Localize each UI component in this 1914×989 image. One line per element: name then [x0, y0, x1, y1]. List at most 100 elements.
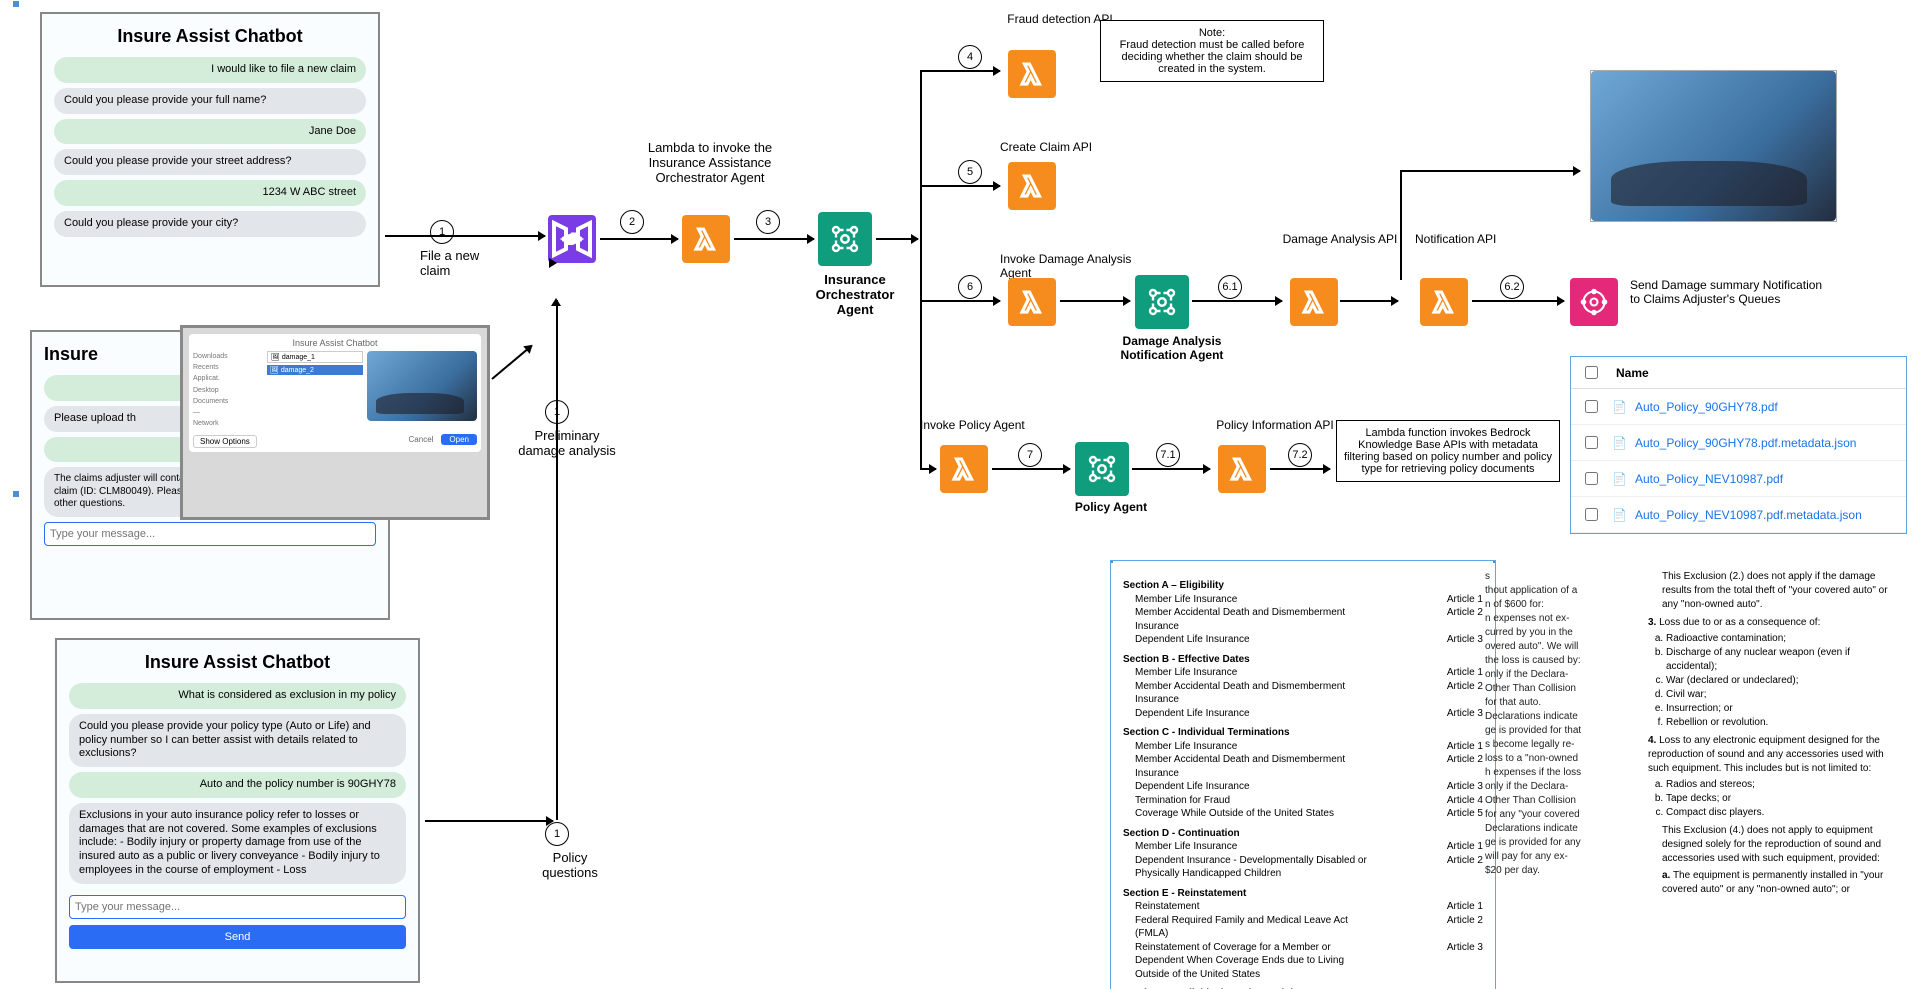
- file-checkbox[interactable]: [1585, 400, 1598, 413]
- file-row[interactable]: 📄 Auto_Policy_NEV10987.pdf: [1571, 461, 1906, 497]
- step-7: 7: [1018, 443, 1042, 467]
- kb-note: Lambda function invokes Bedrock Knowledg…: [1336, 420, 1560, 482]
- step-2: 2: [620, 210, 644, 234]
- fragment-line: only if the Declara-: [1485, 668, 1635, 682]
- fragment-line: Other Than Collision: [1485, 682, 1635, 696]
- section-heading: Section B - Effective Dates: [1123, 653, 1483, 667]
- step-7-1: 7.1: [1156, 443, 1180, 467]
- toc-row: Dependent Life InsuranceArticle 3: [1123, 707, 1483, 721]
- send-button[interactable]: Send: [69, 925, 406, 949]
- fragment-line: n of $600 for:: [1485, 598, 1635, 612]
- file-checkbox[interactable]: [1585, 472, 1598, 485]
- toc-row: Federal Required Family and Medical Leav…: [1123, 914, 1483, 941]
- fragment-line: Other Than Collision: [1485, 794, 1635, 808]
- bot-bubble: Could you please provide your full name?: [54, 88, 366, 114]
- node-label: Damage Analysis Notification Agent: [1102, 334, 1242, 362]
- node-label: Policy Information API: [1200, 418, 1350, 432]
- node-label: Insurance Orchestrator Agent: [800, 272, 910, 317]
- file-checkbox[interactable]: [1585, 436, 1598, 449]
- lambda-icon: [682, 215, 730, 263]
- file-name: Auto_Policy_90GHY78.pdf: [1635, 400, 1778, 414]
- eventbridge-icon: [1570, 278, 1618, 326]
- upload-dialog-screenshot: Insure Assist Chatbot DownloadsRecentsAp…: [180, 325, 490, 520]
- node-label: Invoke Damage Analysis Agent: [1000, 252, 1140, 280]
- toc-row: Member Accidental Death and Dismembermen…: [1123, 753, 1483, 780]
- toc-row: ReinstatementArticle 1: [1123, 900, 1483, 914]
- select-all-checkbox[interactable]: [1585, 366, 1598, 379]
- api-gateway-icon: </>: [548, 215, 596, 263]
- policy-toc-document: Section A – Eligibility Member Life Insur…: [1110, 560, 1496, 989]
- file-row[interactable]: 📄 Auto_Policy_90GHY78.pdf: [1571, 389, 1906, 425]
- step-7-2: 7.2: [1288, 443, 1312, 467]
- lambda-icon: [1420, 278, 1468, 326]
- fragment-line: the loss is caused by:: [1485, 654, 1635, 668]
- toc-row: Dependent Life InsuranceArticle 3: [1123, 633, 1483, 647]
- toc-row: Member Life InsuranceArticle 1: [1123, 740, 1483, 754]
- toc-row: Dependent Insurance - Developmentally Di…: [1123, 854, 1483, 881]
- fragment-line: loss to a "non-owned: [1485, 752, 1635, 766]
- fragment-line: curred by you in the: [1485, 626, 1635, 640]
- step-4: 4: [958, 45, 982, 69]
- file-list: Name 📄Auto_Policy_90GHY78.pdf📄Auto_Polic…: [1570, 356, 1907, 534]
- file-name: Auto_Policy_NEV10987.pdf.metadata.json: [1635, 508, 1862, 522]
- lambda-icon: [1008, 278, 1056, 326]
- node-label: Invoke Policy Agent: [920, 418, 1070, 432]
- fragment-line: ge is provided for that: [1485, 724, 1635, 738]
- damaged-car-image: [1590, 70, 1837, 222]
- fragment-line: will pay for any ex-: [1485, 850, 1635, 864]
- section-heading: Section E - Reinstatement: [1123, 887, 1483, 901]
- agent-icon: [818, 212, 872, 266]
- file-row[interactable]: 📄Auto_Policy_90GHY78.pdf.metadata.json: [1571, 425, 1906, 461]
- policy-exclusions-column: This Exclusion (2.) does not apply if th…: [1648, 570, 1903, 897]
- file-checkbox[interactable]: [1585, 508, 1598, 521]
- node-label: Lambda to invoke the Insurance Assistanc…: [620, 140, 800, 185]
- fragment-line: ge is provided for any: [1485, 836, 1635, 850]
- section-heading: Section A – Eligibility: [1123, 579, 1483, 593]
- message-input[interactable]: [44, 522, 376, 546]
- fragment-line: $20 per day.: [1485, 864, 1635, 878]
- user-bubble: Jane Doe: [54, 119, 366, 145]
- column-header: Name: [1616, 366, 1649, 380]
- note-box: Note: Fraud detection must be called bef…: [1100, 20, 1324, 82]
- edge-label: File a new claim: [420, 248, 510, 278]
- fragment-line: only if the Declara-: [1485, 780, 1635, 794]
- step-5: 5: [958, 160, 982, 184]
- user-bubble: I would like to file a new claim: [54, 57, 366, 83]
- file-row[interactable]: 📄 Auto_Policy_NEV10987.pdf.metadata.json: [1571, 497, 1906, 533]
- car-thumbnail: [367, 351, 477, 421]
- node-label: Send Damage summary Notification to Clai…: [1630, 278, 1830, 306]
- lambda-icon: [1290, 278, 1338, 326]
- overlay-title: Insure Assist Chatbot: [193, 338, 477, 348]
- chatbox-file-claim: Insure Assist Chatbot I would like to fi…: [40, 12, 380, 287]
- lambda-icon: [1008, 50, 1056, 98]
- step-6: 6: [958, 275, 982, 299]
- chatbox-policy: Insure Assist Chatbot What is considered…: [55, 638, 420, 983]
- file-icon: 📄: [1612, 400, 1627, 414]
- fragment-line: Declarations indicate: [1485, 822, 1635, 836]
- toc-row: Reinstatement of Coverage for a Member o…: [1123, 941, 1483, 982]
- step-3: 3: [756, 210, 780, 234]
- bot-bubble: Could you please provide your street add…: [54, 149, 366, 175]
- node-label: Create Claim API: [1000, 140, 1140, 154]
- section-heading: Section C - Individual Terminations: [1123, 726, 1483, 740]
- chat-title: Insure Assist Chatbot: [54, 26, 366, 47]
- fragment-line: h expenses if the loss: [1485, 766, 1635, 780]
- toc-row: Coverage While Outside of the United Sta…: [1123, 807, 1483, 821]
- file-name: Auto_Policy_90GHY78.pdf.metadata.json: [1635, 436, 1856, 450]
- toc-row: Termination for FraudArticle 4: [1123, 794, 1483, 808]
- message-input[interactable]: [69, 895, 406, 919]
- toc-row: Dependent Life InsuranceArticle 3: [1123, 780, 1483, 794]
- bot-bubble: Could you please provide your policy typ…: [69, 714, 406, 767]
- bot-bubble: Exclusions in your auto insurance policy…: [69, 803, 406, 884]
- lambda-icon: [940, 445, 988, 493]
- fragment-line: thout application of a: [1485, 584, 1635, 598]
- file-icon: 📄: [1612, 508, 1627, 522]
- node-label: Notification API: [1415, 232, 1555, 246]
- fragment-line: overed auto". We will: [1485, 640, 1635, 654]
- file-icon: 📄: [1612, 472, 1627, 486]
- file-name: Auto_Policy_NEV10987.pdf: [1635, 472, 1783, 486]
- user-bubble: Auto and the policy number is 90GHY78: [69, 772, 406, 798]
- bot-bubble: Could you please provide your city?: [54, 211, 366, 237]
- agent-icon: [1075, 442, 1129, 496]
- node-label: Damage Analysis API: [1270, 232, 1410, 246]
